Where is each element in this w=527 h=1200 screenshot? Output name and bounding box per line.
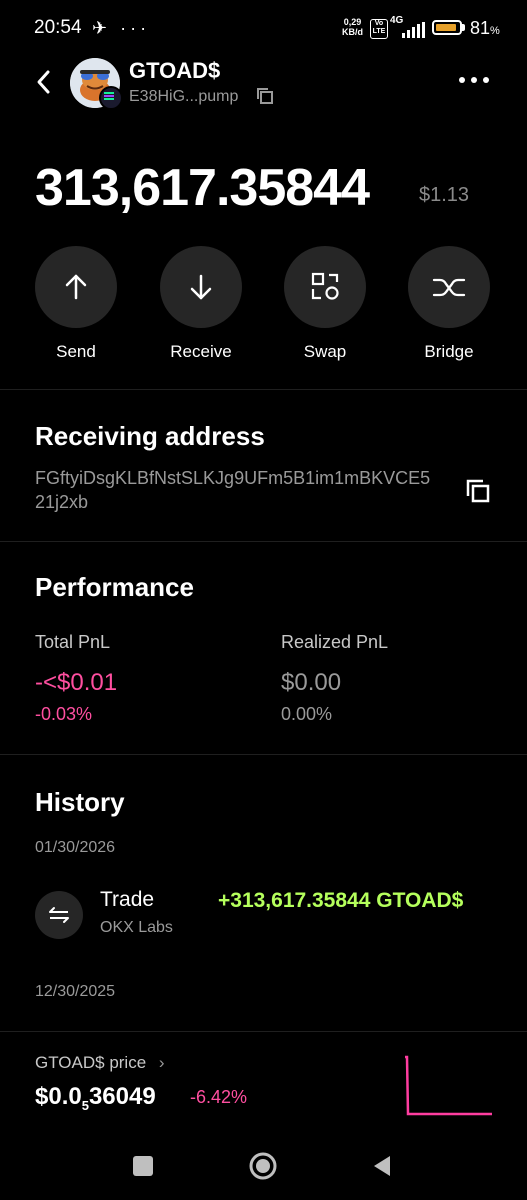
token-price: $0.0536049	[35, 1083, 156, 1113]
price-link[interactable]: GTOAD$ price ›	[35, 1053, 165, 1073]
price-sparkline	[405, 1055, 492, 1116]
swap-button[interactable]: Swap	[284, 246, 366, 362]
arrow-down-icon	[190, 274, 212, 300]
send-circle[interactable]	[35, 246, 117, 328]
swap-circle[interactable]	[284, 246, 366, 328]
token-balance: 313,617.35844	[35, 159, 370, 217]
divider	[0, 1031, 527, 1032]
realized-pnl-label: Realized PnL	[281, 632, 389, 652]
more-options-icon[interactable]	[457, 70, 491, 90]
bridge-circle[interactable]	[408, 246, 490, 328]
contract-address-short: E38HiG...pump	[129, 88, 239, 105]
history-date: 01/30/2026	[35, 839, 116, 856]
bridge-label: Bridge	[424, 342, 474, 361]
copy-address-icon[interactable]	[466, 479, 490, 503]
history-title: History	[35, 787, 125, 817]
trade-swap-icon	[35, 891, 83, 939]
realized-pnl-percent: 0.00%	[281, 704, 333, 724]
back-nav-icon[interactable]	[370, 1154, 394, 1178]
chevron-right-icon: ›	[158, 1053, 165, 1072]
arrow-up-icon	[65, 274, 87, 300]
realized-pnl-value: $0.00	[281, 669, 342, 696]
history-date: 12/30/2025	[35, 983, 116, 1000]
divider	[0, 754, 527, 755]
total-pnl-percent: -0.03%	[35, 704, 93, 724]
receive-label: Receive	[170, 342, 232, 361]
telegram-notification-icon: ✈ ···	[92, 18, 151, 38]
swap-label: Swap	[303, 342, 347, 361]
back-arrow-icon[interactable]	[33, 68, 55, 96]
trade-amount: +313,617.35844 GTOAD$	[218, 889, 464, 912]
total-pnl-label: Total PnL	[35, 632, 111, 652]
bridge-icon	[432, 278, 466, 297]
price-label: GTOAD$ price	[35, 1053, 147, 1072]
balance-usd: $1.13	[419, 184, 470, 206]
token-name: GTOAD$	[129, 58, 221, 83]
trade-title: Trade	[100, 888, 155, 911]
send-label: Send	[56, 342, 96, 361]
recent-apps-icon[interactable]	[133, 1156, 153, 1176]
receive-button[interactable]: Receive	[160, 246, 242, 362]
bridge-button[interactable]: Bridge	[408, 246, 490, 362]
volte-icon: Vo LTE	[370, 19, 388, 39]
swap-icon	[311, 272, 339, 300]
divider	[0, 389, 527, 390]
battery-icon	[432, 20, 462, 35]
price-change: -6.42%	[190, 1087, 248, 1107]
copy-icon[interactable]	[256, 87, 274, 105]
trade-source: OKX Labs	[100, 919, 173, 936]
total-pnl-value: -<$0.01	[35, 669, 118, 696]
battery-percent: 81%	[470, 18, 500, 38]
solana-chain-icon	[99, 86, 123, 110]
home-icon[interactable]	[248, 1151, 278, 1181]
signal-icon	[402, 22, 425, 38]
divider	[0, 541, 527, 542]
battery-tip	[462, 24, 465, 31]
system-nav-bar	[0, 1132, 527, 1200]
receive-circle[interactable]	[160, 246, 242, 328]
status-time: 20:54	[34, 17, 82, 38]
receiving-address-title: Receiving address	[35, 421, 265, 451]
status-bar: 20:54 ✈ ··· 0,29 KB/d Vo LTE 4G 81%	[0, 0, 527, 58]
performance-title: Performance	[35, 572, 194, 602]
receiving-address[interactable]: FGftyiDsgKLBfNstSLKJg9UFm5B1im1mBKVCE521…	[35, 466, 435, 514]
network-speed: 0,29 KB/d	[342, 17, 363, 37]
send-button[interactable]: Send	[35, 246, 117, 362]
